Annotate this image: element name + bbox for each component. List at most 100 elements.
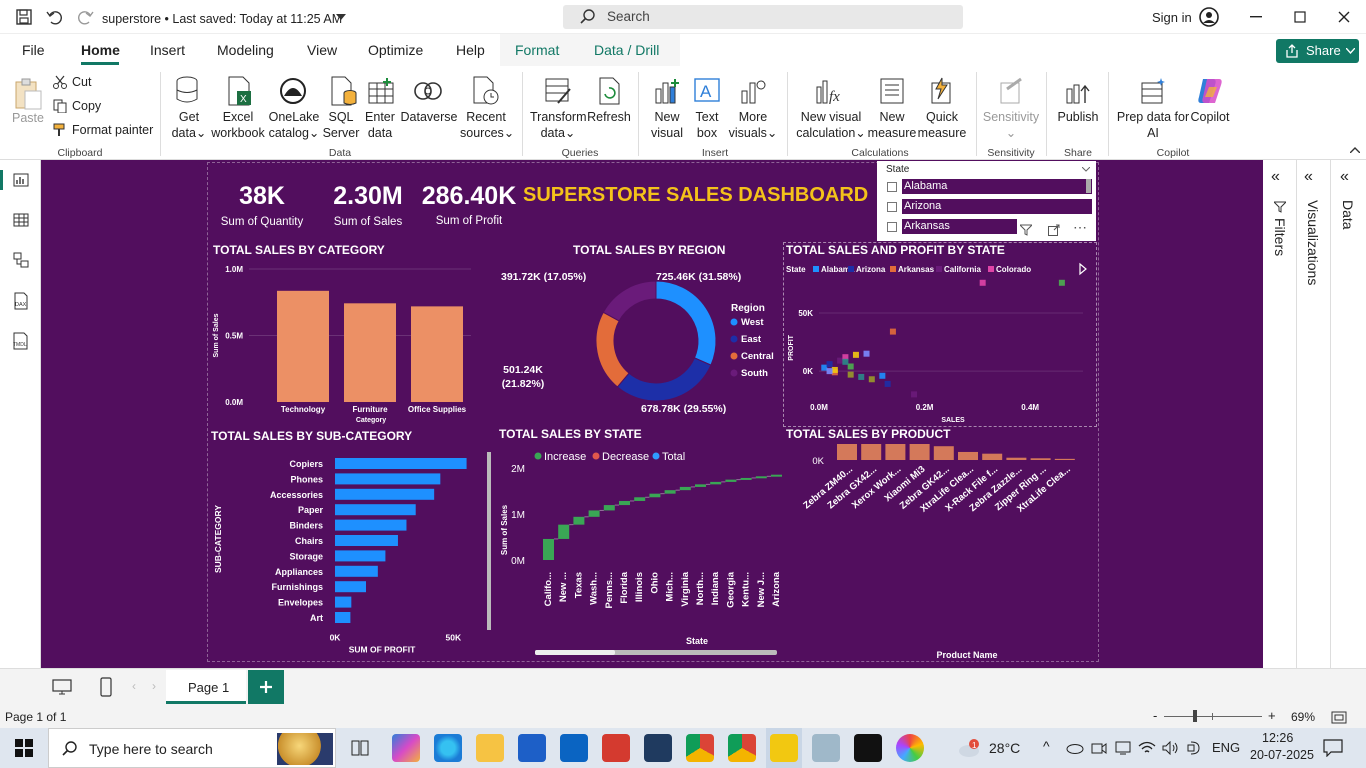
product-chart[interactable]: 6K4K2K0KSALESProduct NameZebra ZM40...Ze… [783, 444, 1097, 660]
slicer-checkbox[interactable] [887, 222, 897, 232]
page-tab[interactable]: Page 1 [166, 670, 246, 704]
waterfall-bar[interactable] [755, 476, 767, 479]
copilot-icon[interactable] [1194, 74, 1226, 108]
recent-sources-icon[interactable] [470, 74, 500, 108]
desktop-layout-icon[interactable] [50, 676, 74, 698]
model-view-icon[interactable] [10, 250, 32, 270]
mobile-layout-icon[interactable] [98, 675, 114, 699]
transform-data-label[interactable]: Transform data⌄ [530, 109, 587, 141]
menu-help[interactable]: Help [456, 42, 485, 58]
dataverse-label[interactable]: Dataverse [400, 109, 458, 125]
kpi-profit-value[interactable]: 286.40K [419, 182, 519, 211]
waterfall-bar[interactable] [558, 524, 570, 539]
excel-workbook-label[interactable]: Excel workbook [208, 109, 268, 141]
product-bar[interactable] [1006, 457, 1027, 460]
slicer-scrollbar[interactable] [1086, 179, 1091, 193]
product-bar[interactable] [1054, 458, 1075, 460]
expand-visualizations-icon[interactable]: « [1304, 168, 1313, 186]
category-chart[interactable]: 1.0M 0.5M 0.0M Sum of Sales Category Technolo… [207, 258, 477, 426]
chevron-down-icon[interactable] [335, 11, 347, 23]
waterfall-bar[interactable] [649, 493, 661, 498]
scatter-point[interactable] [831, 366, 838, 373]
clock-date[interactable]: 20-07-2025 [1250, 748, 1314, 762]
waterfall-bar[interactable] [679, 486, 691, 491]
waterfall-bar[interactable] [664, 490, 676, 494]
zoom-level[interactable]: 69% [1291, 710, 1315, 724]
scatter-point[interactable] [826, 368, 833, 375]
data-pane-label[interactable]: Data [1340, 200, 1356, 230]
chevron-down-icon[interactable] [1081, 165, 1091, 173]
more-visuals-label[interactable]: More visuals⌄ [726, 109, 780, 141]
waterfall-bar[interactable] [573, 516, 585, 525]
recent-sources-label[interactable]: Recent sources⌄ [460, 109, 514, 141]
subcategory-bar[interactable] [335, 504, 416, 516]
sql-server-icon[interactable] [328, 74, 358, 108]
text-box-label[interactable]: Text box [688, 109, 726, 141]
collapse-ribbon-icon[interactable] [1348, 144, 1362, 156]
focus-mode-icon[interactable] [1047, 223, 1061, 237]
sign-in-link[interactable]: Sign in [1152, 10, 1192, 25]
tmdl-view-icon[interactable]: TMDL [10, 330, 32, 352]
subcategory-bar[interactable] [335, 473, 441, 485]
terminal-icon[interactable] [854, 734, 882, 762]
menu-view[interactable]: View [307, 42, 337, 58]
new-visual-icon[interactable] [652, 74, 682, 108]
waterfall-bar[interactable] [543, 538, 554, 560]
zoom-in-icon[interactable]: + [1268, 708, 1276, 723]
waterfall-bar[interactable] [710, 481, 722, 485]
expand-data-icon[interactable]: « [1340, 168, 1349, 186]
scatter-point[interactable] [863, 350, 870, 357]
notifications-icon[interactable] [1322, 738, 1344, 758]
wps-icon[interactable] [602, 734, 630, 762]
visual-scrollbar[interactable] [487, 452, 491, 630]
clock-time[interactable]: 12:26 [1262, 731, 1293, 745]
waterfall-bar[interactable] [740, 477, 752, 480]
file-explorer-icon[interactable] [476, 734, 504, 762]
text-box-icon[interactable]: A [692, 74, 722, 108]
donut-slice-central[interactable] [595, 311, 630, 388]
waterfall-chart[interactable]: Increase Decrease Total 2M 1M 0MSum of Sales S… [495, 444, 785, 660]
sql-server-label[interactable]: SQL Server [320, 109, 362, 141]
scroll-right-icon[interactable]: › [152, 679, 156, 693]
copilot-app-icon[interactable] [392, 734, 420, 762]
subcategory-bar[interactable] [335, 596, 352, 608]
subcategory-bar[interactable] [335, 550, 386, 562]
scatter-point[interactable] [837, 357, 844, 364]
subcategory-bar[interactable] [335, 458, 467, 469]
chrome-profile-icon[interactable] [728, 734, 756, 762]
outlook-icon[interactable] [560, 734, 588, 762]
scroll-left-icon[interactable]: ‹ [132, 679, 136, 693]
scatter-point[interactable] [821, 364, 828, 371]
share-button[interactable]: Share [1276, 39, 1359, 63]
waterfall-bar[interactable] [634, 497, 646, 501]
sensitivity-label[interactable]: Sensitivity ⌄ [982, 109, 1040, 141]
filter-icon[interactable] [1019, 223, 1033, 237]
product-bar[interactable] [933, 446, 954, 460]
paste-icon[interactable] [12, 76, 44, 112]
fit-to-page-icon[interactable] [1330, 709, 1348, 725]
enter-data-icon[interactable] [366, 74, 396, 108]
product-bar[interactable] [1030, 458, 1051, 460]
category-bar[interactable] [344, 303, 396, 402]
scatter-point[interactable] [858, 373, 865, 380]
weather-temperature[interactable]: 28°C [989, 740, 1020, 756]
waterfall-bar[interactable] [695, 484, 706, 487]
photos-icon[interactable] [896, 734, 924, 762]
state-slicer[interactable]: State Alabama Arizona Arkansas ⋯ [877, 161, 1096, 241]
task-view-icon[interactable] [350, 738, 370, 758]
scrollbar-thumb[interactable] [535, 650, 615, 655]
power-bi-icon[interactable] [770, 734, 798, 762]
scatter-point[interactable] [879, 372, 886, 379]
maximize-icon[interactable] [1290, 8, 1310, 26]
scatter-point[interactable] [842, 358, 849, 365]
new-visual-calculation-label[interactable]: New visual calculation⌄ [796, 109, 866, 141]
edge-icon[interactable] [434, 734, 462, 762]
chrome-icon[interactable] [686, 734, 714, 762]
subcategory-bar[interactable] [335, 535, 398, 546]
waterfall-bar[interactable] [725, 479, 737, 482]
battery-icon[interactable] [1186, 739, 1204, 757]
copilot-label[interactable]: Copilot [1188, 109, 1232, 125]
excel-icon[interactable]: X [224, 74, 254, 108]
product-bar[interactable] [837, 444, 857, 460]
product-bar[interactable] [958, 451, 978, 460]
